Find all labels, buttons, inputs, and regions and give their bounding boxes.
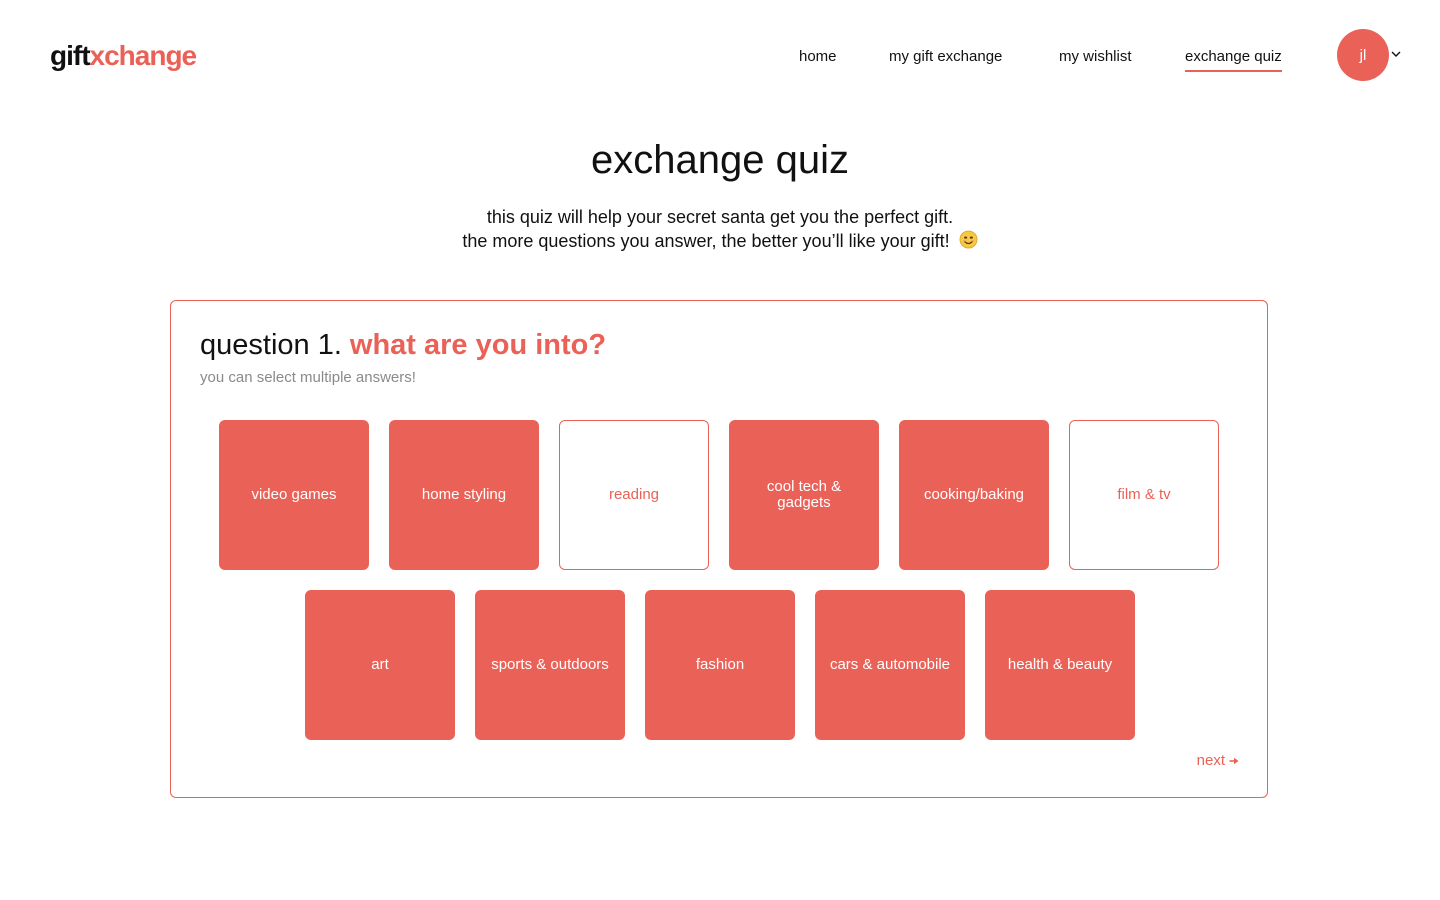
question-hint: you can select multiple answers! [200,369,416,386]
option-cars-automobile[interactable]: cars & automobile [815,590,965,740]
option-health-beauty[interactable]: health & beauty [985,590,1135,740]
option-fashion[interactable]: fashion [645,590,795,740]
option-home-styling[interactable]: home styling [389,420,539,570]
subtitle-line-2: the more questions you answer, the bette… [462,231,950,251]
question-text: what are you into? [349,329,607,361]
avatar-initials: jl [1359,46,1367,64]
quiz-card: question 1. what are you into? you can se… [170,300,1268,798]
nav-item-exchange-quiz[interactable]: exchange quiz [1185,47,1282,72]
next-label: next [1196,752,1225,769]
option-cooking-baking[interactable]: cooking/baking [899,420,1049,570]
arrow-right-icon [1229,757,1239,764]
page: giftxchange home my gift exchange my wis… [0,0,1440,900]
option-sports-outdoors[interactable]: sports & outdoors [475,590,625,740]
option-art[interactable]: art [305,590,455,740]
page-title: exchange quiz [591,138,849,182]
option-video-games[interactable]: video games [219,420,369,570]
question-number: question 1. [200,329,342,361]
user-avatar[interactable]: jl [1337,29,1389,81]
next-button[interactable]: next [1197,752,1239,769]
option-film-tv[interactable]: film & tv [1069,420,1219,570]
option-reading[interactable]: reading [559,420,709,570]
main-nav: home my gift exchange my wishlist exchan… [0,47,1440,72]
option-cool-tech-gadgets[interactable]: cool tech & gadgets [729,420,879,570]
chevron-down-icon[interactable] [1391,49,1401,59]
nav-item-my-gift-exchange[interactable]: my gift exchange [889,47,1002,67]
smiling-face-icon [959,230,978,249]
question-heading: question 1. what are you into? [200,327,606,363]
nav-item-home[interactable]: home [799,47,837,67]
page-subtitle: this quiz will help your secret santa ge… [0,205,1440,253]
subtitle-line-1: this quiz will help your secret santa ge… [486,207,954,227]
nav-item-my-wishlist[interactable]: my wishlist [1059,47,1132,67]
subtitle-line-2-wrap: the more questions you answer, the bette… [0,229,1440,253]
